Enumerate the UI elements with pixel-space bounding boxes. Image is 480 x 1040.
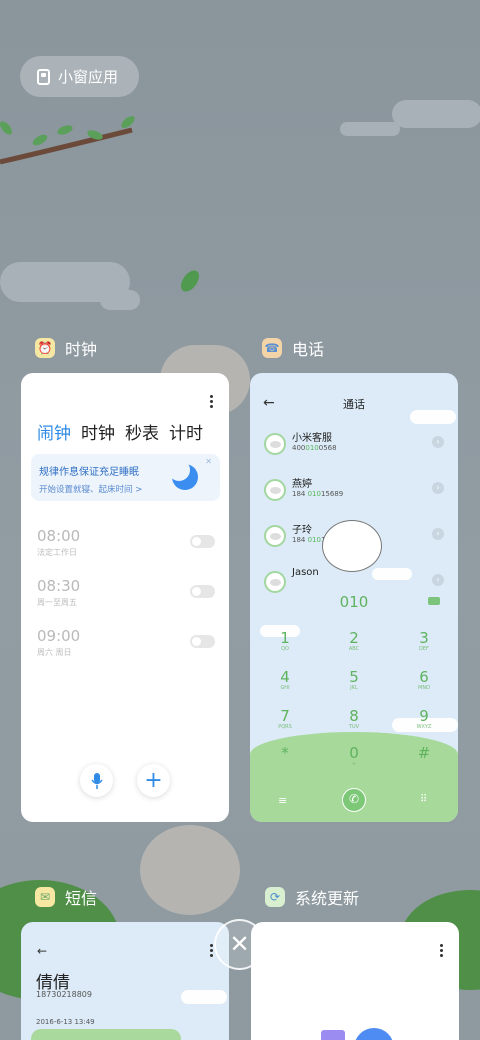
contact-number: 4000100568 <box>292 444 337 452</box>
clock-app-icon: ⏰ <box>35 338 55 358</box>
voice-alarm-button[interactable] <box>80 764 113 797</box>
tab-alarm[interactable]: 闹钟 <box>37 419 71 444</box>
dial-key[interactable]: 3 DEF <box>404 629 444 652</box>
alarm-toggle[interactable] <box>190 635 215 648</box>
tab-timer[interactable]: 计时 <box>169 419 203 444</box>
alarm-item[interactable]: 09:00 周六 周日 <box>37 627 215 658</box>
sms-app-icon: ✉ <box>35 887 55 907</box>
more-options-icon[interactable] <box>210 944 213 957</box>
chevron-right-icon[interactable]: › <box>432 482 444 494</box>
tab-stopwatch[interactable]: 秒表 <box>125 419 159 444</box>
phone-app-icon: ☎ <box>262 338 282 358</box>
dial-key[interactable]: 9 WXYZ <box>404 707 444 730</box>
close-icon[interactable]: ✕ <box>205 457 212 466</box>
phone-card-header: ☎ 电话 <box>262 336 324 360</box>
phone-app-card[interactable]: ← 通话 小米客服 4000100568 › 燕婷 184 01015689 ›… <box>250 373 458 822</box>
menu-icon[interactable]: ≡ <box>278 794 287 807</box>
miui-logo <box>321 1030 345 1040</box>
branch-decoration <box>0 116 135 165</box>
contact-name: 小米客服 <box>292 433 332 444</box>
contact-row[interactable]: 燕婷 184 01015689 › <box>264 475 444 505</box>
sheep-illustration <box>322 520 382 572</box>
update-app-card[interactable] <box>251 922 459 1040</box>
sms-contact-phone: 18730218809 <box>36 990 92 999</box>
back-arrow-icon[interactable]: ← <box>37 944 47 958</box>
chevron-right-icon[interactable]: › <box>432 574 444 586</box>
dial-key[interactable]: 1 QO <box>265 629 305 652</box>
sms-date: 2016-6-13 13:49 <box>36 1018 95 1026</box>
more-options-icon[interactable] <box>440 944 443 957</box>
alarm-time: 09:00 <box>37 627 81 645</box>
contact-avatar <box>264 433 286 455</box>
sms-app-card[interactable]: ← 倩倩 18730218809 2016-6-13 13:49 <box>21 922 229 1040</box>
call-button[interactable]: ✆ <box>342 788 366 812</box>
leaf-decoration <box>181 270 199 292</box>
update-card-header: ⟳ 系统更新 <box>265 885 359 909</box>
sms-app-name: 短信 <box>65 889 98 908</box>
dial-key[interactable]: * <box>265 744 305 762</box>
sms-card-header: ✉ 短信 <box>35 885 97 909</box>
tab-clock[interactable]: 时钟 <box>81 419 115 444</box>
moon-icon <box>168 459 198 490</box>
chevron-right-icon[interactable]: › <box>432 528 444 540</box>
dial-key[interactable]: 5 JKL <box>334 668 374 691</box>
add-alarm-button[interactable]: + <box>137 764 170 797</box>
contact-row[interactable]: 小米客服 4000100568 › <box>264 429 444 459</box>
floating-window-apps-button[interactable]: 小窗应用 <box>20 56 139 97</box>
alarm-days: 法定工作日 <box>37 548 77 557</box>
dial-key[interactable]: 7 PQRS <box>265 707 305 730</box>
contact-avatar <box>264 571 286 593</box>
clock-app-card[interactable]: 闹钟 时钟 秒表 计时 规律作息保证充足睡眠 开始设置就寝、起床时间 > ✕ 0… <box>21 373 229 822</box>
plus-icon: + <box>144 768 163 793</box>
dial-key[interactable]: 2 ABC <box>334 629 374 652</box>
phone-app-name: 电话 <box>292 340 325 359</box>
dial-key[interactable]: # <box>404 744 444 762</box>
backspace-icon[interactable] <box>428 597 440 605</box>
alarm-days: 周一至周五 <box>37 598 77 607</box>
contact-avatar <box>264 479 286 501</box>
update-app-name: 系统更新 <box>295 889 360 908</box>
alarm-time: 08:00 <box>37 527 81 545</box>
clock-tabs: 闹钟 时钟 秒表 计时 <box>37 419 203 444</box>
alarm-item[interactable]: 08:30 周一至周五 <box>37 577 215 608</box>
close-icon: ✕ <box>229 930 250 958</box>
contact-avatar <box>264 525 286 547</box>
clock-card-header: ⏰ 时钟 <box>35 336 97 360</box>
clear-all-button[interactable]: ✕ <box>214 919 265 970</box>
floating-window-label: 小窗应用 <box>58 68 119 86</box>
alarm-time: 08:30 <box>37 577 81 595</box>
dial-key[interactable]: 8 TUV <box>334 707 374 730</box>
miui-logo-circle <box>354 1028 394 1040</box>
alarm-toggle[interactable] <box>190 585 215 598</box>
dialed-number: 010 <box>339 593 369 611</box>
dial-key[interactable]: 6 MNO <box>404 668 444 691</box>
phone-icon: ✆ <box>348 792 360 806</box>
sleep-banner[interactable]: 规律作息保证充足睡眠 开始设置就寝、起床时间 > ✕ <box>31 454 220 501</box>
more-options-icon[interactable] <box>210 395 213 408</box>
contact-name: 子玲 <box>292 525 312 536</box>
sms-message-bubble[interactable] <box>31 1029 181 1040</box>
contact-name: 燕婷 <box>292 479 312 490</box>
microphone-icon <box>90 772 103 789</box>
contact-number: 184 01015689 <box>292 490 344 498</box>
alarm-days: 周六 周日 <box>37 648 72 657</box>
phone-title: 通话 <box>343 398 365 411</box>
update-app-icon: ⟳ <box>265 887 285 907</box>
alarm-item[interactable]: 08:00 法定工作日 <box>37 527 215 558</box>
alarm-toggle[interactable] <box>190 535 215 548</box>
dial-key[interactable]: 4 GHI <box>265 668 305 691</box>
contact-name: Jason <box>292 567 319 578</box>
dial-key[interactable]: 0 + <box>334 744 374 767</box>
dialpad-icon[interactable]: ⠿ <box>420 794 427 805</box>
chevron-right-icon[interactable]: › <box>432 436 444 448</box>
clock-app-name: 时钟 <box>65 340 98 359</box>
floating-window-icon <box>37 68 50 85</box>
